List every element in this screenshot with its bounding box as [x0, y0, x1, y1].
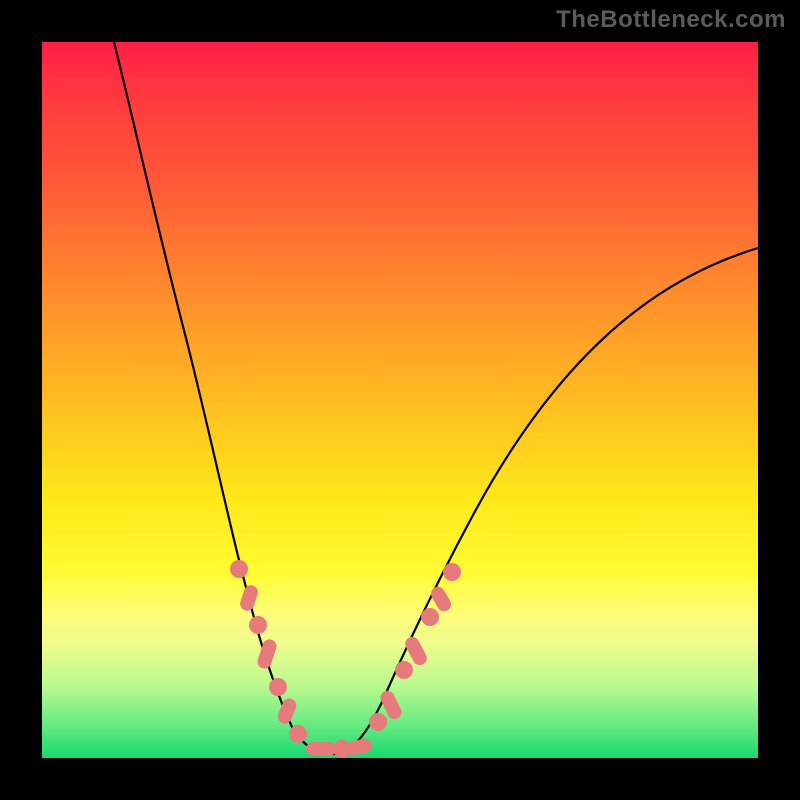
marker-dot: [443, 563, 461, 581]
marker-dot: [289, 725, 307, 743]
marker-dot: [249, 616, 267, 634]
bottleneck-curve: [114, 42, 758, 754]
marker-group: [230, 560, 461, 758]
marker-dot: [369, 713, 387, 731]
marker-dot: [230, 560, 248, 578]
watermark-text: TheBottleneck.com: [556, 6, 786, 34]
marker-pill: [306, 742, 336, 756]
marker-dot: [395, 661, 413, 679]
plot-area: [42, 42, 758, 758]
marker-dot: [269, 678, 287, 696]
marker-dot: [421, 608, 439, 626]
chart-svg: [42, 42, 758, 758]
chart-frame: TheBottleneck.com: [0, 0, 800, 800]
marker-pill: [256, 638, 279, 671]
marker-pill: [345, 737, 373, 756]
marker-pill: [238, 583, 259, 612]
marker-pill: [276, 696, 299, 725]
